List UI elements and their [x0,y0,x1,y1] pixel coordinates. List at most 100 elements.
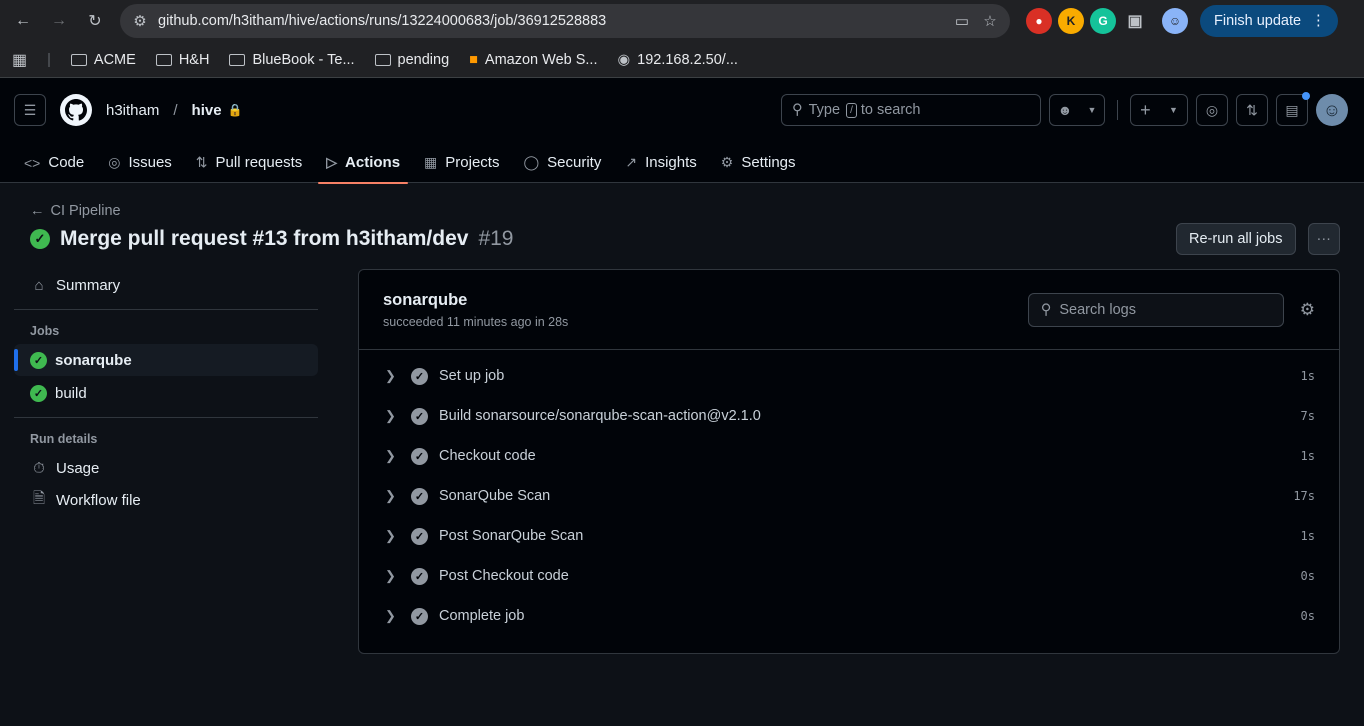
bookmark-aws[interactable]: ■ Amazon Web S... [469,52,597,68]
step-name: Build sonarsource/sonarqube-scan-action@… [439,408,761,424]
job-step[interactable]: ❯ ✓ Post Checkout code 0s [359,556,1339,596]
tab-pull-requests[interactable]: ⇅ Pull requests [188,142,310,183]
sidebar-job-build[interactable]: ✓ build [14,377,318,409]
extension-red-icon[interactable]: ● [1026,8,1052,34]
pull-requests-button[interactable]: ⇅ [1236,94,1268,126]
workflow-file-link[interactable]: 🗎 Workflow file [14,484,318,516]
breadcrumb-separator: / [173,101,178,119]
extensions-puzzle-icon[interactable]: ▣ [1122,8,1148,34]
gear-icon[interactable]: ⚙ [1300,300,1315,320]
browser-toolbar: ← → ↻ ⚙ github.com/h3itham/hive/actions/… [0,0,1364,42]
grammarly-icon[interactable]: G [1090,8,1116,34]
extension-yellow-icon[interactable]: K [1058,8,1084,34]
notifications-button[interactable]: ▤ [1276,92,1310,126]
step-success-icon: ✓ [411,367,428,385]
step-success-icon: ✓ [411,487,428,505]
tab-code[interactable]: <> Code [16,142,92,183]
repo-name-link[interactable]: hive [192,102,222,119]
global-search-input[interactable]: ⚲ Type / to search [781,94,1041,126]
step-duration: 0s [1300,569,1315,583]
run-header: ← CI Pipeline ✓ Merge pull request #13 f… [0,183,1364,269]
kebab-menu-icon: ⋮ [1311,13,1326,29]
sidebar-job-sonarqube[interactable]: ✓ sonarqube [14,344,318,376]
install-app-icon[interactable]: ▭ [952,12,972,30]
user-avatar[interactable]: ☺ [1316,94,1348,126]
chevron-right-icon: ❯ [385,608,396,623]
workflow-file-label: Workflow file [56,491,141,509]
issues-button[interactable]: ◎ [1196,94,1228,126]
chevron-right-icon: ❯ [385,528,396,543]
profile-avatar[interactable]: ☺ [1162,8,1188,34]
repo-breadcrumb: h3itham / hive 🔒 [106,102,243,119]
issue-icon: ◎ [1205,101,1219,118]
apps-grid-icon[interactable]: ▦ [12,50,27,70]
job-step[interactable]: ❯ ✓ Complete job 0s [359,596,1339,636]
graph-icon: ↗ [625,154,638,170]
copilot-button[interactable]: ☻ ▼ [1049,94,1105,126]
bookmark-local-ip[interactable]: ◉ 192.168.2.50/... [617,52,737,68]
step-duration: 1s [1300,449,1315,463]
summary-link[interactable]: ⌂ Summary [14,269,318,301]
run-title-text: Merge pull request #13 from h3itham/dev [60,227,469,250]
job-header: sonarqube succeeded 11 minutes ago in 28… [359,270,1339,350]
bookmark-star-icon[interactable]: ☆ [980,12,1000,30]
code-icon: <> [24,154,41,171]
chevron-right-icon: ❯ [385,408,396,423]
address-bar[interactable]: ⚙ github.com/h3itham/hive/actions/runs/1… [120,4,1010,38]
job-step[interactable]: ❯ ✓ Build sonarsource/sonarqube-scan-actio… [359,396,1339,436]
run-sidebar: ⌂ Summary Jobs ✓ sonarqube ✓ build Run d… [14,269,318,654]
create-new-button[interactable]: + ▼ [1130,94,1188,126]
rerun-all-jobs-button[interactable]: Re-run all jobs [1176,223,1296,255]
step-duration: 0s [1300,609,1315,623]
file-code-icon: 🗎 [32,489,46,507]
tab-settings[interactable]: ⚙ Settings [713,142,804,183]
chevron-down-icon: ▼ [1168,105,1178,115]
site-settings-icon[interactable]: ⚙ [130,12,150,30]
search-placeholder: Type [808,102,841,118]
step-success-icon: ✓ [411,407,428,425]
finish-update-button[interactable]: Finish update ⋮ [1200,5,1338,37]
back-to-workflow-link[interactable]: ← CI Pipeline [30,203,1334,219]
job-steps-list: ❯ ✓ Set up job 1s ❯ ✓ Build sonarsource/sonar… [359,350,1339,636]
github-logo-icon[interactable] [60,94,92,126]
reload-icon[interactable]: ↻ [80,6,110,36]
forward-arrow-icon[interactable]: → [44,6,74,36]
job-step[interactable]: ❯ ✓ SonarQube Scan 17s [359,476,1339,516]
bookmark-hh[interactable]: H&H [155,52,209,68]
run-title: ✓ Merge pull request #13 from h3itham/de… [30,227,1334,251]
step-success-icon: ✓ [411,527,428,545]
search-logs-input[interactable]: ⚲ Search logs [1027,292,1284,327]
url-text[interactable]: github.com/h3itham/hive/actions/runs/132… [158,13,944,29]
copilot-icon: ☻ [1057,102,1073,118]
bookmark-bluebook[interactable]: BlueBook - Te... [229,52,355,68]
tab-projects[interactable]: ▦ Projects [416,142,507,183]
step-name: Checkout code [439,448,536,464]
tab-insights[interactable]: ↗ Insights [617,142,704,183]
back-arrow-icon[interactable]: ← [8,6,38,36]
job-step[interactable]: ❯ ✓ Post SonarQube Scan 1s [359,516,1339,556]
repo-owner-link[interactable]: h3itham [106,102,159,119]
bookmark-pending[interactable]: pending [374,51,450,68]
hamburger-menu-button[interactable]: ☰ [14,94,46,126]
job-step[interactable]: ❯ ✓ Set up job 1s [359,356,1339,396]
success-check-icon: ✓ [30,384,47,402]
folder-icon [70,53,87,66]
header-divider [1117,100,1118,120]
step-success-icon: ✓ [411,447,428,465]
bookmark-label: Amazon Web S... [484,51,598,68]
bookmark-label: 192.168.2.50/... [637,51,738,68]
bookmark-label: pending [397,51,450,68]
usage-link[interactable]: ⏱ Usage [14,452,318,484]
job-step[interactable]: ❯ ✓ Checkout code 1s [359,436,1339,476]
step-duration: 1s [1300,529,1315,543]
tab-actions[interactable]: ▷ Actions [318,142,408,184]
chevron-right-icon: ❯ [385,568,396,583]
tab-security[interactable]: ◯ Security [515,142,609,183]
bookmark-acme[interactable]: ACME [70,52,136,68]
tab-issues[interactable]: ◎ Issues [100,142,180,183]
lock-icon: 🔒 [227,103,243,117]
bookmarks-divider: | [47,51,51,68]
run-number: #19 [478,227,514,250]
step-name: SonarQube Scan [439,488,551,504]
more-options-button[interactable]: ··· [1307,223,1340,255]
